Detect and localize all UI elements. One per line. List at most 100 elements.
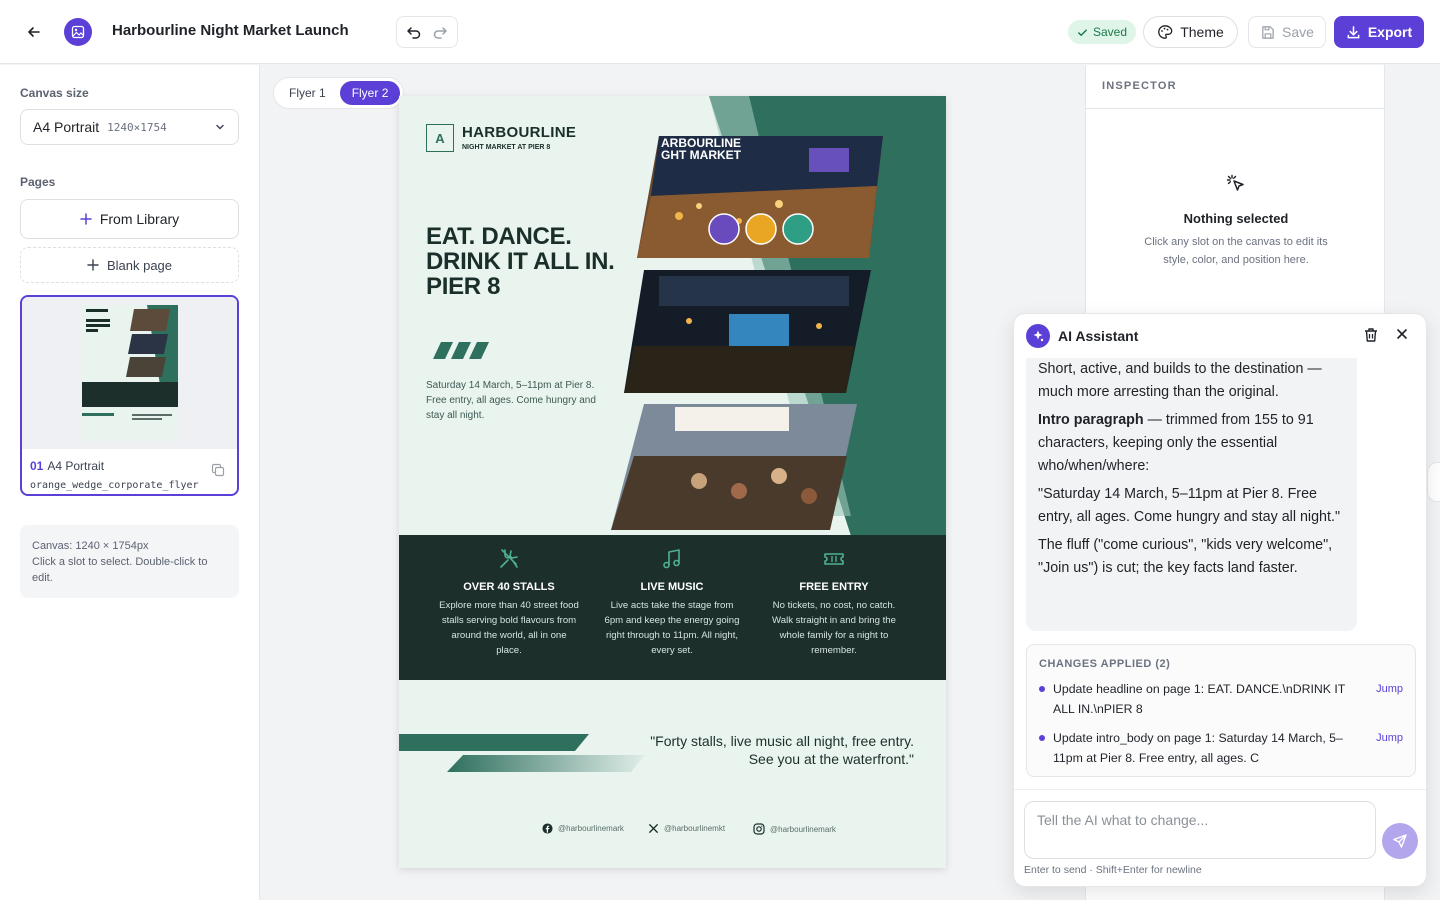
ai-input-hint: Enter to send · Shift+Enter for newline bbox=[1024, 864, 1202, 876]
accent-bar-1 bbox=[399, 734, 589, 751]
right-edge-handle[interactable] bbox=[1427, 462, 1440, 502]
feature-stalls[interactable]: OVER 40 STALLS Explore more than 40 stre… bbox=[439, 547, 579, 658]
feature-body: No tickets, no cost, no catch. Walk stra… bbox=[772, 600, 896, 656]
flyer-intro-body[interactable]: Saturday 14 March, 5–11pm at Pier 8. Fre… bbox=[426, 378, 606, 423]
cursor-click-icon bbox=[1226, 174, 1244, 191]
jump-link[interactable]: Jump bbox=[1376, 679, 1403, 699]
feature-music[interactable]: LIVE MUSIC Live acts take the stage from… bbox=[602, 547, 742, 658]
save-icon bbox=[1262, 25, 1274, 39]
change-item: Update intro_body on page 1: Saturday 14… bbox=[1039, 728, 1403, 768]
ticket-icon bbox=[824, 553, 844, 565]
redo-button[interactable] bbox=[432, 24, 448, 40]
instagram-icon bbox=[753, 823, 765, 835]
social-x[interactable]: @harbourlinemkt bbox=[648, 823, 725, 834]
download-icon bbox=[1347, 25, 1360, 38]
page-number: 01 bbox=[30, 459, 44, 473]
feature-free-entry[interactable]: FREE ENTRY No tickets, no cost, no catch… bbox=[764, 547, 904, 658]
tab-flyer-1[interactable]: Flyer 1 bbox=[277, 81, 338, 105]
theme-button[interactable]: Theme bbox=[1143, 16, 1238, 48]
app-logo bbox=[64, 18, 92, 46]
feature-title: FREE ENTRY bbox=[799, 581, 869, 593]
ai-prompt-input[interactable] bbox=[1024, 801, 1376, 859]
send-button[interactable] bbox=[1382, 823, 1418, 859]
saved-label: Saved bbox=[1093, 25, 1128, 39]
inspector-empty-body: Click any slot on the canvas to edit its… bbox=[1144, 236, 1328, 266]
trash-icon bbox=[1365, 328, 1377, 342]
canvas-size-label: Canvas size bbox=[20, 86, 89, 100]
export-button[interactable]: Export bbox=[1334, 16, 1424, 48]
features-band[interactable]: OVER 40 STALLS Explore more than 40 stre… bbox=[399, 535, 946, 680]
page-thumbnail-preview bbox=[22, 297, 237, 449]
document-title[interactable]: Harbourline Night Market Launch bbox=[112, 22, 349, 39]
ai-message-paragraph: The fluff ("come curious", "kids very we… bbox=[1038, 537, 1333, 576]
canvas-area: Flyer 1 Flyer 2 ARBOURLINE GHT MARKET A … bbox=[261, 65, 1084, 900]
social-facebook[interactable]: @harbourlinemark bbox=[542, 823, 624, 834]
flyer-quote[interactable]: "Forty stalls, live music all night, fre… bbox=[644, 732, 914, 768]
utensils-icon bbox=[500, 549, 518, 568]
ai-sparkle-icon bbox=[1026, 324, 1050, 348]
bullet-dot bbox=[1039, 686, 1045, 692]
duplicate-page-button[interactable] bbox=[211, 463, 225, 477]
close-ai-button[interactable] bbox=[1394, 326, 1410, 342]
canvas-info-hint: Click a slot to select. Double-click to … bbox=[32, 556, 208, 584]
ai-message-paragraph: Short, active, and builds to the destina… bbox=[1038, 361, 1322, 400]
canvas-info-box: Canvas: 1240 × 1754px Click a slot to se… bbox=[20, 525, 239, 598]
save-button[interactable]: Save bbox=[1248, 16, 1326, 48]
social-instagram[interactable]: @harbourlinemark bbox=[753, 823, 836, 835]
ai-assistant-title: AI Assistant bbox=[1058, 328, 1139, 344]
save-label: Save bbox=[1282, 24, 1314, 40]
page-meta: 01 A4 Portrait orange_wedge_corporate_fly… bbox=[30, 457, 199, 491]
back-button[interactable] bbox=[18, 16, 50, 48]
canvas-size-dims: 1240×1754 bbox=[107, 120, 167, 134]
feature-body: Live acts take the stage from 6pm and ke… bbox=[604, 600, 740, 656]
social-handle: @harbourlinemkt bbox=[664, 824, 726, 833]
feature-title: OVER 40 STALLS bbox=[463, 581, 555, 593]
flyer-headline[interactable]: EAT. DANCE. DRINK IT ALL IN. PIER 8 bbox=[426, 224, 631, 299]
flyer-brand[interactable]: A HARBOURLINE NIGHT MARKET AT PIER 8 bbox=[426, 124, 576, 152]
ai-message-bubble: Short, active, and builds to the destina… bbox=[1026, 358, 1357, 631]
blank-page-button[interactable]: Blank page bbox=[20, 247, 239, 283]
close-icon bbox=[1397, 329, 1407, 339]
from-library-button[interactable]: From Library bbox=[20, 199, 239, 239]
facebook-icon bbox=[542, 823, 553, 834]
brand-name: HARBOURLINE bbox=[462, 124, 577, 141]
change-item: Update headline on page 1: EAT. DANCE.\n… bbox=[1039, 679, 1403, 719]
changes-title: CHANGES APPLIED (2) bbox=[1039, 658, 1171, 670]
undo-redo-group bbox=[396, 16, 458, 48]
photo-dining-tables bbox=[611, 404, 857, 530]
theme-label: Theme bbox=[1180, 24, 1224, 40]
divider bbox=[1014, 789, 1426, 790]
redo-icon bbox=[433, 27, 447, 39]
left-sidebar: Canvas size A4 Portrait 1240×1754 Pages … bbox=[0, 65, 260, 900]
undo-button[interactable] bbox=[406, 24, 422, 40]
tab-flyer-2[interactable]: Flyer 2 bbox=[339, 81, 401, 105]
flyer-tabs: Flyer 1 Flyer 2 bbox=[273, 77, 405, 109]
send-icon bbox=[1393, 834, 1407, 848]
accent-bar-2 bbox=[447, 755, 645, 772]
blank-page-label: Blank page bbox=[106, 257, 173, 273]
ai-assistant-panel: AI Assistant Short, active, and builds t… bbox=[1013, 313, 1427, 887]
clear-chat-button[interactable] bbox=[1362, 326, 1380, 344]
check-icon bbox=[1078, 28, 1087, 36]
page-thumbnail-card[interactable]: 01 A4 Portrait orange_wedge_corporate_fly… bbox=[20, 295, 239, 496]
x-icon bbox=[648, 823, 659, 834]
brand-mark: A bbox=[426, 124, 454, 152]
bullet-dot bbox=[1039, 735, 1045, 741]
plus-icon bbox=[80, 213, 92, 225]
ai-message-bold: Intro paragraph bbox=[1038, 412, 1144, 428]
inspector-title: INSPECTOR bbox=[1086, 65, 1384, 109]
canvas-size-select[interactable]: A4 Portrait 1240×1754 bbox=[20, 109, 239, 145]
copy-icon bbox=[211, 463, 225, 477]
jump-link[interactable]: Jump bbox=[1376, 728, 1403, 748]
change-text: Update headline on page 1: EAT. DANCE.\n… bbox=[1053, 682, 1346, 716]
chevron-down-icon bbox=[214, 121, 226, 133]
changes-applied-box: CHANGES APPLIED (2) Update headline on p… bbox=[1026, 644, 1416, 777]
export-label: Export bbox=[1367, 24, 1413, 40]
palette-icon bbox=[1158, 25, 1173, 39]
decorative-slashes bbox=[433, 342, 489, 359]
change-text: Update intro_body on page 1: Saturday 14… bbox=[1053, 731, 1343, 765]
plus-icon bbox=[87, 259, 99, 271]
top-bar: Harbourline Night Market Launch Saved Th… bbox=[0, 0, 1440, 64]
brand-subtitle: NIGHT MARKET AT PIER 8 bbox=[462, 144, 551, 151]
flyer-canvas[interactable]: ARBOURLINE GHT MARKET A HARBOURLINE NIGH… bbox=[399, 96, 946, 868]
